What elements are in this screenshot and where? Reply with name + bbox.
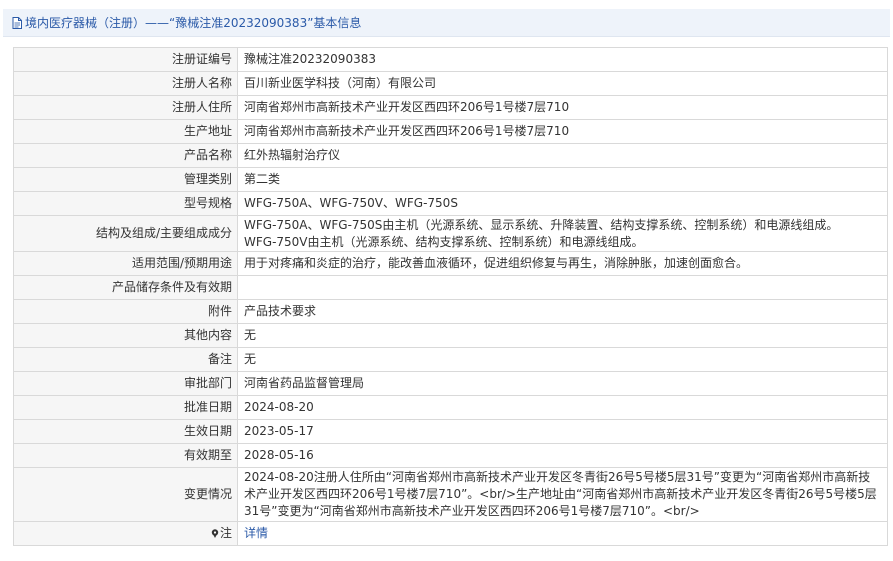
details-link[interactable]: 详情 — [244, 526, 268, 540]
row-value: 百川新业医学科技（河南）有限公司 — [237, 71, 888, 96]
row-value: 2023-05-17 — [237, 419, 888, 444]
document-icon — [12, 16, 22, 29]
row-value: 无 — [237, 323, 888, 348]
row-value: 无 — [237, 347, 888, 372]
row-value: 第二类 — [237, 167, 888, 192]
row-value: 河南省郑州市高新技术产业开发区西四环206号1号楼7层710 — [237, 95, 888, 120]
row-value: 红外热辐射治疗仪 — [237, 143, 888, 168]
page-title-bar: 境内医疗器械（注册）——“豫械注准20232090383”基本信息 — [3, 9, 890, 37]
note-label-cell: 注 — [13, 521, 238, 546]
table-row: 有效期至 2028-05-16 — [13, 443, 888, 468]
row-value: 2028-05-16 — [237, 443, 888, 468]
table-row: 变更情况 2024-08-20注册人住所由“河南省郑州市高新技术产业开发区冬青街… — [13, 467, 888, 522]
row-label: 备注 — [13, 347, 238, 372]
row-label: 结构及组成/主要组成成分 — [13, 215, 238, 252]
table-row: 型号规格 WFG-750A、WFG-750V、WFG-750S — [13, 191, 888, 216]
row-label: 适用范围/预期用途 — [13, 251, 238, 276]
row-label: 批准日期 — [13, 395, 238, 420]
row-label: 产品储存条件及有效期 — [13, 275, 238, 300]
table-row: 生产地址 河南省郑州市高新技术产业开发区西四环206号1号楼7层710 — [13, 119, 888, 144]
table-row: 注册人住所 河南省郑州市高新技术产业开发区西四环206号1号楼7层710 — [13, 95, 888, 120]
table-row: 附件 产品技术要求 — [13, 299, 888, 324]
row-label: 有效期至 — [13, 443, 238, 468]
row-value: 豫械注准20232090383 — [237, 47, 888, 72]
table-row: 产品储存条件及有效期 — [13, 275, 888, 300]
table-row: 适用范围/预期用途 用于对疼痛和炎症的治疗，能改善血液循环，促进组织修复与再生，… — [13, 251, 888, 276]
table-row: 备注 无 — [13, 347, 888, 372]
row-label: 生效日期 — [13, 419, 238, 444]
row-label: 产品名称 — [13, 143, 238, 168]
row-value — [237, 275, 888, 300]
page-title: 境内医疗器械（注册）——“豫械注准20232090383”基本信息 — [25, 16, 362, 30]
row-label: 审批部门 — [13, 371, 238, 396]
note-label: 注 — [219, 526, 232, 540]
row-value: WFG-750A、WFG-750V、WFG-750S — [237, 191, 888, 216]
row-value: 河南省郑州市高新技术产业开发区西四环206号1号楼7层710 — [237, 119, 888, 144]
row-label: 注册人住所 — [13, 95, 238, 120]
row-label: 管理类别 — [13, 167, 238, 192]
table-row: 批准日期 2024-08-20 — [13, 395, 888, 420]
row-value: 2024-08-20 — [237, 395, 888, 420]
row-label: 注册证编号 — [13, 47, 238, 72]
row-label: 生产地址 — [13, 119, 238, 144]
table-row: 审批部门 河南省药品监督管理局 — [13, 371, 888, 396]
table-row: 注册证编号 豫械注准20232090383 — [13, 47, 888, 72]
table-row-note: 注 详情 — [13, 521, 888, 546]
note-value: 详情 — [237, 521, 888, 546]
table-row: 产品名称 红外热辐射治疗仪 — [13, 143, 888, 168]
row-value: 2024-08-20注册人住所由“河南省郑州市高新技术产业开发区冬青街26号5号… — [237, 467, 888, 522]
row-label: 附件 — [13, 299, 238, 324]
row-value: 用于对疼痛和炎症的治疗，能改善血液循环，促进组织修复与再生，消除肿胀，加速创面愈… — [237, 251, 888, 276]
detail-table: 注册证编号 豫械注准20232090383 注册人名称 百川新业医学科技（河南）… — [13, 47, 888, 546]
row-label: 其他内容 — [13, 323, 238, 348]
row-label: 型号规格 — [13, 191, 238, 216]
table-row: 结构及组成/主要组成成分 WFG-750A、WFG-750S由主机（光源系统、显… — [13, 215, 888, 252]
row-label: 注册人名称 — [13, 71, 238, 96]
table-row: 管理类别 第二类 — [13, 167, 888, 192]
row-value: 产品技术要求 — [237, 299, 888, 324]
table-row: 其他内容 无 — [13, 323, 888, 348]
row-label: 变更情况 — [13, 467, 238, 522]
table-row: 生效日期 2023-05-17 — [13, 419, 888, 444]
row-value: 河南省药品监督管理局 — [237, 371, 888, 396]
row-value-line: WFG-750V由主机（光源系统、结构支撑系统、控制系统）和电源线组成。 — [244, 234, 644, 249]
table-row: 注册人名称 百川新业医学科技（河南）有限公司 — [13, 71, 888, 96]
row-value-line: WFG-750A、WFG-750S由主机（光源系统、显示系统、升降装置、结构支撑… — [244, 217, 839, 232]
pin-icon — [211, 526, 219, 538]
row-value: WFG-750A、WFG-750S由主机（光源系统、显示系统、升降装置、结构支撑… — [237, 215, 888, 252]
